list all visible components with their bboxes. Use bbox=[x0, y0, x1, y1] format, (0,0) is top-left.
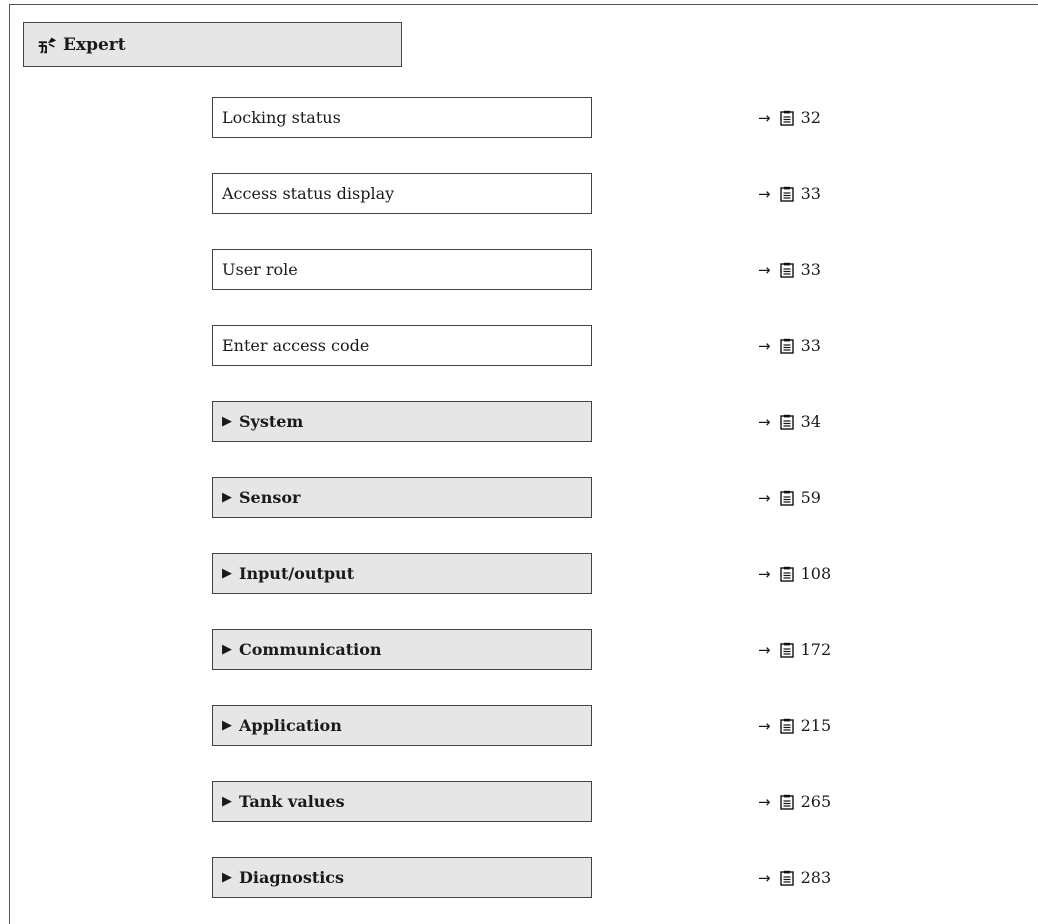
arrow-right-icon: → bbox=[758, 108, 771, 127]
book-icon bbox=[779, 566, 794, 582]
menu-header[interactable]: Expert bbox=[23, 22, 402, 67]
submenu-button[interactable]: ▶ Communication bbox=[212, 629, 592, 670]
submenu-button[interactable]: ▶ Sensor bbox=[212, 477, 592, 518]
menu-item-label: Application bbox=[239, 716, 342, 735]
menu-item-label: Access status display bbox=[222, 184, 395, 203]
arrow-right-icon: → bbox=[758, 488, 771, 507]
menu-item[interactable]: ▶ Diagnostics bbox=[212, 857, 592, 898]
parameter-field[interactable]: User role bbox=[212, 249, 592, 290]
parameter-field[interactable]: Enter access code bbox=[212, 325, 592, 366]
book-icon bbox=[779, 642, 794, 658]
submenu-arrow-icon: ▶ bbox=[222, 794, 232, 809]
arrow-right-icon: → bbox=[758, 260, 771, 279]
arrow-right-icon: → bbox=[758, 716, 771, 735]
submenu-arrow-icon: ▶ bbox=[222, 718, 232, 733]
page-reference[interactable]: → 34 bbox=[758, 401, 821, 442]
page-reference[interactable]: → 283 bbox=[758, 857, 831, 898]
menu-item[interactable]: ▶ Sensor bbox=[212, 477, 592, 518]
menu-item-label: Locking status bbox=[222, 108, 341, 127]
book-icon bbox=[779, 794, 794, 810]
page-number: 265 bbox=[800, 792, 832, 811]
menu-item-label: Tank values bbox=[239, 792, 345, 811]
page-reference[interactable]: → 265 bbox=[758, 781, 831, 822]
arrow-right-icon: → bbox=[758, 184, 771, 203]
expert-wizard-icon bbox=[38, 37, 57, 53]
submenu-arrow-icon: ▶ bbox=[222, 870, 232, 885]
arrow-right-icon: → bbox=[758, 564, 771, 583]
submenu-arrow-icon: ▶ bbox=[222, 642, 232, 657]
menu-item[interactable]: ▶ Application bbox=[212, 705, 592, 746]
book-icon bbox=[779, 338, 794, 354]
menu-item[interactable]: ▶ Communication bbox=[212, 629, 592, 670]
submenu-arrow-icon: ▶ bbox=[222, 414, 232, 429]
page-number: 33 bbox=[800, 260, 821, 279]
page-number: 59 bbox=[800, 488, 821, 507]
menu-item-label: System bbox=[239, 412, 304, 431]
menu-item[interactable]: ▶ Tank values bbox=[212, 781, 592, 822]
parameter-field[interactable]: Locking status bbox=[212, 97, 592, 138]
menu-item[interactable]: ▶ System bbox=[212, 401, 592, 442]
page-reference[interactable]: → 33 bbox=[758, 249, 821, 290]
menu-item-label: Sensor bbox=[239, 488, 301, 507]
page-number: 283 bbox=[800, 868, 832, 887]
menu-item[interactable]: Enter access code bbox=[212, 325, 592, 366]
submenu-button[interactable]: ▶ Tank values bbox=[212, 781, 592, 822]
submenu-button[interactable]: ▶ Application bbox=[212, 705, 592, 746]
book-icon bbox=[779, 718, 794, 734]
page-reference[interactable]: → 59 bbox=[758, 477, 821, 518]
arrow-right-icon: → bbox=[758, 640, 771, 659]
menu-item-label: Communication bbox=[239, 640, 382, 659]
page-number: 215 bbox=[800, 716, 832, 735]
arrow-right-icon: → bbox=[758, 412, 771, 431]
menu-item-label: Input/output bbox=[239, 564, 355, 583]
page-number: 33 bbox=[800, 336, 821, 355]
page-reference[interactable]: → 172 bbox=[758, 629, 831, 670]
menu-item[interactable]: User role bbox=[212, 249, 592, 290]
page-reference[interactable]: → 33 bbox=[758, 173, 821, 214]
arrow-right-icon: → bbox=[758, 792, 771, 811]
page-number: 33 bbox=[800, 184, 821, 203]
menu-item[interactable]: Access status display bbox=[212, 173, 592, 214]
arrow-right-icon: → bbox=[758, 336, 771, 355]
page-reference[interactable]: → 33 bbox=[758, 325, 821, 366]
submenu-button[interactable]: ▶ Input/output bbox=[212, 553, 592, 594]
page-number: 108 bbox=[800, 564, 832, 583]
menu-title: Expert bbox=[63, 34, 126, 55]
page-reference[interactable]: → 215 bbox=[758, 705, 831, 746]
submenu-button[interactable]: ▶ System bbox=[212, 401, 592, 442]
submenu-button[interactable]: ▶ Diagnostics bbox=[212, 857, 592, 898]
submenu-arrow-icon: ▶ bbox=[222, 490, 232, 505]
page-number: 34 bbox=[800, 412, 821, 431]
submenu-arrow-icon: ▶ bbox=[222, 566, 232, 581]
menu-item[interactable]: Locking status bbox=[212, 97, 592, 138]
page-number: 32 bbox=[800, 108, 821, 127]
book-icon bbox=[779, 262, 794, 278]
page-reference[interactable]: → 32 bbox=[758, 97, 821, 138]
parameter-field[interactable]: Access status display bbox=[212, 173, 592, 214]
book-icon bbox=[779, 110, 794, 126]
arrow-right-icon: → bbox=[758, 868, 771, 887]
book-icon bbox=[779, 414, 794, 430]
menu-item-label: User role bbox=[222, 260, 298, 279]
menu-item[interactable]: ▶ Input/output bbox=[212, 553, 592, 594]
menu-item-label: Diagnostics bbox=[239, 868, 345, 887]
page-reference[interactable]: → 108 bbox=[758, 553, 831, 594]
page-number: 172 bbox=[800, 640, 832, 659]
book-icon bbox=[779, 490, 794, 506]
menu-item-label: Enter access code bbox=[222, 336, 370, 355]
book-icon bbox=[779, 870, 794, 886]
book-icon bbox=[779, 186, 794, 202]
